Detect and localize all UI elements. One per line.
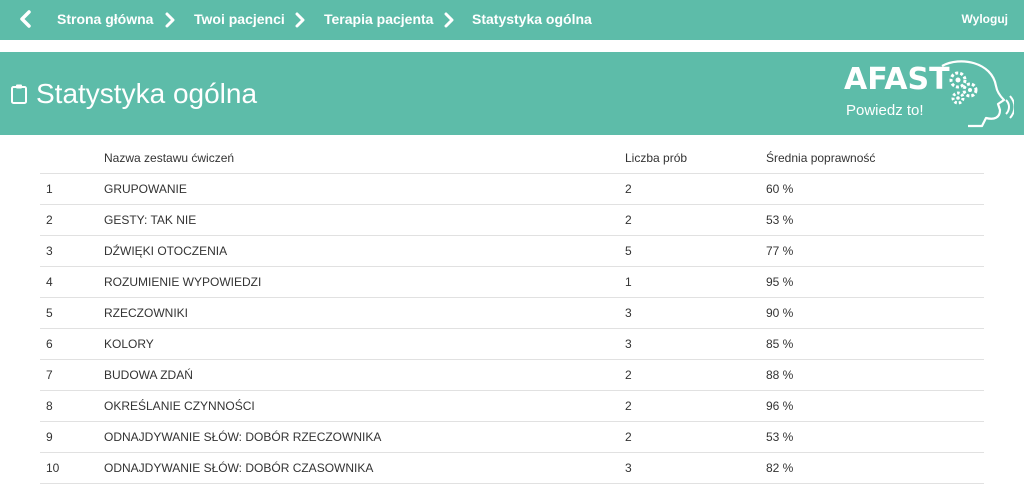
column-header-index [40,142,104,174]
row-index: 3 [40,235,104,267]
chevron-right-icon [165,12,175,28]
chevron-right-icon [295,12,305,28]
average-accuracy: 88 % [766,359,984,391]
table-header-row: Nazwa zestawu ćwiczeń Liczba prób Średni… [40,142,984,174]
attempt-count: 2 [625,204,766,236]
exercise-set-name: BUDOWA ZDAŃ [104,359,625,391]
exercise-set-name: GESTY: TAK NIE [104,204,625,236]
exercise-set-name: ODNAJDYWANIE SŁÓW: DOBÓR RZECZOWNIKA [104,421,625,453]
table-row: 2 GESTY: TAK NIE 2 53 % [40,204,984,236]
exercise-set-name: OKREŚLANIE CZYNNOŚCI [104,390,625,422]
average-accuracy: 82 % [766,452,984,484]
chevron-left-icon[interactable] [18,10,34,28]
average-accuracy: 77 % [766,235,984,267]
row-index: 4 [40,266,104,298]
head-gears-logo-icon [941,60,1014,128]
table-row: 8 OKREŚLANIE CZYNNOŚCI 2 96 % [40,390,984,422]
row-index: 6 [40,328,104,360]
table-row: 5 RZECZOWNIKI 3 90 % [40,297,984,329]
average-accuracy: 53 % [766,421,984,453]
average-accuracy: 60 % [766,173,984,205]
clipboard-icon [11,84,27,104]
attempt-count: 3 [625,297,766,329]
breadcrumb-patients[interactable]: Twoi pacjenci [194,11,285,27]
table-row: 7 BUDOWA ZDAŃ 2 88 % [40,359,984,391]
column-header-name: Nazwa zestawu ćwiczeń [104,142,625,174]
attempt-count: 3 [625,328,766,360]
average-accuracy: 90 % [766,297,984,329]
table-row: 3 DŹWIĘKI OTOCZENIA 5 77 % [40,235,984,267]
page-title: Statystyka ogólna [36,78,258,109]
table-row: 9 ODNAJDYWANIE SŁÓW: DOBÓR RZECZOWNIKA 2 53… [40,421,984,453]
table-row: 6 KOLORY 3 85 % [40,328,984,360]
attempt-count: 5 [625,235,766,267]
exercise-set-name: ROZUMIENIE WYPOWIEDZI [104,266,625,298]
average-accuracy: 96 % [766,390,984,422]
table-row: 10 ODNAJDYWANIE SŁÓW: DOBÓR CZASOWNIKA 3 82… [40,452,984,484]
breadcrumb-statistics[interactable]: Statystyka ogólna [472,11,592,27]
row-index: 1 [40,173,104,205]
attempt-count: 2 [625,390,766,422]
row-index: 7 [40,359,104,391]
nav-separator [0,40,1024,52]
row-index: 8 [40,390,104,422]
row-index: 2 [40,204,104,236]
row-index: 9 [40,421,104,453]
average-accuracy: 95 % [766,266,984,298]
row-index: 10 [40,452,104,484]
top-navbar: Strona główna Twoi pacjenci Terapia pacj… [0,0,1024,40]
attempt-count: 2 [625,359,766,391]
breadcrumb-home[interactable]: Strona główna [57,11,153,27]
exercise-set-name: DŹWIĘKI OTOCZENIA [104,235,625,267]
exercise-set-name: GRUPOWANIE [104,173,625,205]
logout-link[interactable]: Wyloguj [962,12,1008,26]
attempt-count: 2 [625,173,766,205]
exercise-set-name: KOLORY [104,328,625,360]
exercise-set-name: RZECZOWNIKI [104,297,625,329]
exercise-set-name: ODNAJDYWANIE SŁÓW: DOBÓR CZASOWNIKA [104,452,625,484]
attempt-count: 1 [625,266,766,298]
table-row: 1 GRUPOWANIE 2 60 % [40,173,984,205]
row-index: 5 [40,297,104,329]
column-header-count: Liczba prób [625,142,766,174]
average-accuracy: 85 % [766,328,984,360]
logo-tagline: Powiedz to! [846,102,924,119]
column-header-average: Średnia poprawność [766,142,984,174]
table-row: 4 ROZUMIENIE WYPOWIEDZI 1 95 % [40,266,984,298]
statistics-table: Nazwa zestawu ćwiczeń Liczba prób Średni… [40,142,984,484]
average-accuracy: 53 % [766,204,984,236]
chevron-right-icon [444,12,454,28]
attempt-count: 2 [625,421,766,453]
page-header: Statystyka ogólna AFAST Powiedz to! [0,52,1024,135]
breadcrumb-therapy[interactable]: Terapia pacjenta [324,11,433,27]
attempt-count: 3 [625,452,766,484]
